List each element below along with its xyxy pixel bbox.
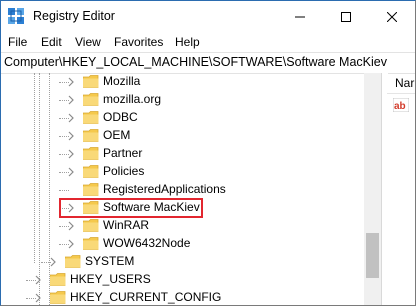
- address-bar[interactable]: Computer\HKEY_LOCAL_MACHINE\SOFTWARE\Sof…: [1, 52, 415, 74]
- expand-chevron-icon[interactable]: [67, 76, 75, 88]
- address-path[interactable]: Computer\HKEY_LOCAL_MACHINE\SOFTWARE\Sof…: [4, 55, 387, 69]
- folder-icon: [83, 219, 99, 232]
- scrollbar-thumb[interactable]: [366, 233, 379, 278]
- folder-icon: [83, 183, 99, 196]
- tree-node-label: WinRAR: [103, 218, 150, 232]
- title-bar: Registry Editor: [1, 1, 415, 32]
- folder-icon: [83, 237, 99, 250]
- tree-node-label: OEM: [103, 128, 131, 142]
- tree-node-label: Partner: [103, 146, 143, 160]
- folder-icon: [65, 255, 81, 268]
- tree-node[interactable]: HKEY_USERS: [1, 271, 361, 289]
- tree-node[interactable]: Policies: [1, 163, 361, 181]
- tree-node[interactable]: mozilla.org: [1, 91, 361, 109]
- folder-icon: [83, 129, 99, 142]
- registry-editor-window: Registry Editor File Edit View Favorites…: [0, 0, 416, 306]
- tree-node-label: Mozilla: [103, 74, 141, 88]
- expand-chevron-icon[interactable]: [34, 292, 42, 304]
- tree-node-label: ODBC: [103, 110, 138, 124]
- close-icon: [387, 11, 397, 22]
- expand-chevron-icon[interactable]: [67, 112, 75, 124]
- expand-chevron-icon[interactable]: [67, 166, 75, 178]
- tree-node-label: RegisteredApplications: [103, 182, 226, 196]
- expand-chevron-icon[interactable]: [67, 220, 75, 232]
- menu-file[interactable]: File: [8, 35, 27, 49]
- expand-chevron-icon[interactable]: [67, 148, 75, 160]
- menu-bar: File Edit View Favorites Help: [1, 32, 415, 52]
- tree-node[interactable]: Mozilla: [1, 73, 361, 91]
- string-value-icon: ab: [393, 98, 409, 112]
- tree-node-label: Policies: [103, 164, 145, 178]
- registry-tree: Mozilla mozilla.org ODBC OEM Partner Policies…: [1, 73, 381, 305]
- column-header-name[interactable]: Nar: [387, 73, 415, 94]
- window-title: Registry Editor: [33, 9, 115, 23]
- tree-node[interactable]: RegisteredApplications: [1, 181, 361, 199]
- tree-node-label: HKEY_CURRENT_CONFIG: [70, 290, 222, 304]
- highlight-box: [59, 198, 203, 218]
- folder-icon: [83, 75, 99, 88]
- tree-scrollbar[interactable]: [364, 73, 381, 305]
- folder-icon: [83, 165, 99, 178]
- values-pane: Nar ab: [387, 73, 415, 305]
- menu-favorites[interactable]: Favorites: [114, 35, 163, 49]
- tree-node[interactable]: ODBC: [1, 109, 361, 127]
- tree-node[interactable]: HKEY_CURRENT_CONFIG: [1, 289, 361, 305]
- expand-chevron-icon[interactable]: [67, 130, 75, 142]
- folder-icon: [50, 291, 66, 304]
- expand-chevron-icon[interactable]: [67, 94, 75, 106]
- menu-help[interactable]: Help: [175, 35, 200, 49]
- tree-node[interactable]: SYSTEM: [1, 253, 361, 271]
- svg-text:ab: ab: [394, 101, 406, 112]
- registry-editor-icon: [8, 8, 24, 24]
- tree-node-label: HKEY_USERS: [70, 272, 151, 286]
- close-button[interactable]: [369, 1, 415, 32]
- expand-chevron-icon[interactable]: [49, 256, 57, 268]
- tree-connector: [59, 190, 69, 191]
- expand-chevron-icon[interactable]: [67, 238, 75, 250]
- tree-node-label: WOW6432Node: [103, 236, 191, 250]
- menu-edit[interactable]: Edit: [41, 35, 62, 49]
- maximize-icon: [341, 11, 351, 22]
- minimize-icon: [295, 16, 305, 17]
- tree-node[interactable]: WOW6432Node: [1, 235, 361, 253]
- tree-node[interactable]: Partner: [1, 145, 361, 163]
- minimize-button[interactable]: [277, 1, 323, 32]
- tree-node[interactable]: WinRAR: [1, 217, 361, 235]
- maximize-button[interactable]: [323, 1, 369, 32]
- folder-icon: [83, 93, 99, 106]
- folder-icon: [83, 111, 99, 124]
- folder-icon: [50, 273, 66, 286]
- tree-node-label: SYSTEM: [85, 254, 135, 268]
- expand-chevron-icon[interactable]: [34, 274, 42, 286]
- tree-node-label: mozilla.org: [103, 92, 162, 106]
- menu-view[interactable]: View: [75, 35, 101, 49]
- tree-node[interactable]: OEM: [1, 127, 361, 145]
- folder-icon: [83, 147, 99, 160]
